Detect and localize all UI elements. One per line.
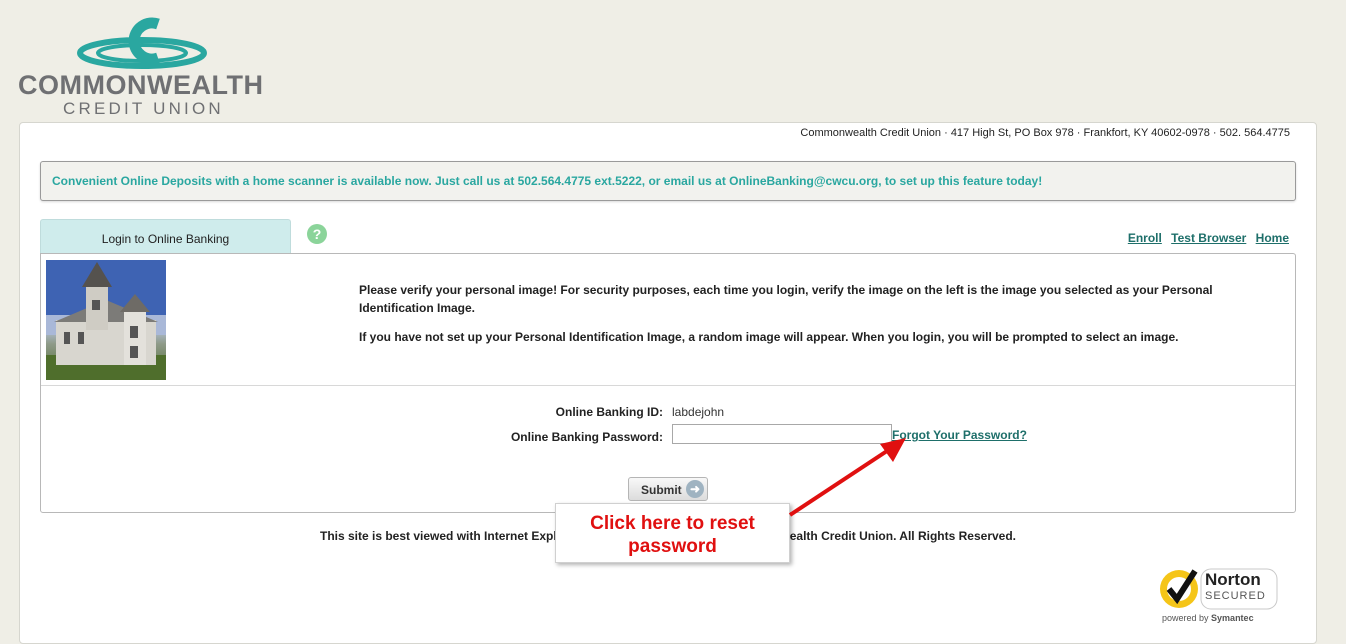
norton-brand: Norton bbox=[1205, 570, 1261, 589]
annotation-callout: Click here to reset password bbox=[555, 503, 790, 563]
commonwealth-logo[interactable]: COMMONWEALTH CREDIT UNION bbox=[18, 12, 278, 118]
forgot-password-link[interactable]: Forgot Your Password? bbox=[892, 428, 1027, 442]
password-label: Online Banking Password: bbox=[510, 430, 663, 444]
password-input[interactable] bbox=[672, 424, 892, 444]
callout-text: Click here to reset password bbox=[556, 512, 789, 558]
norton-powered-line: powered by Symantec bbox=[1162, 613, 1254, 623]
logo-subtitle: CREDIT UNION bbox=[63, 99, 224, 118]
norton-secured-badge[interactable]: Norton SECURED powered by Symantec bbox=[1157, 563, 1279, 625]
tab-login[interactable]: Login to Online Banking bbox=[40, 219, 291, 253]
church-image-icon bbox=[46, 260, 166, 380]
submit-label: Submit bbox=[641, 483, 682, 497]
callout-line1: Click here to reset bbox=[590, 513, 755, 534]
arrow-right-icon: ➜ bbox=[686, 480, 704, 498]
tab-login-label: Login to Online Banking bbox=[101, 232, 230, 246]
home-link[interactable]: Home bbox=[1256, 231, 1289, 245]
login-box: Please verify your personal image! For s… bbox=[40, 253, 1296, 513]
footer-text-right: ealth Credit Union. All Rights Reserved. bbox=[789, 529, 1016, 543]
logo-title: COMMONWEALTH bbox=[18, 70, 264, 100]
main-panel: Commonwealth Credit Union · 417 High St,… bbox=[19, 122, 1317, 644]
norton-secured: SECURED bbox=[1205, 590, 1266, 602]
verify-message: Please verify your personal image! For s… bbox=[359, 283, 1213, 315]
norton-symantec: Symantec bbox=[1211, 613, 1254, 623]
callout-line2: password bbox=[628, 536, 717, 557]
submit-button[interactable]: Submit ➜ bbox=[628, 477, 708, 501]
divider bbox=[41, 385, 1295, 386]
norton-powered: powered by bbox=[1162, 613, 1209, 623]
notice-text: Convenient Online Deposits with a home s… bbox=[52, 174, 1043, 188]
top-links: Enroll Test Browser Home bbox=[1122, 231, 1289, 245]
help-icon[interactable]: ? bbox=[307, 224, 327, 244]
random-image-message: If you have not set up your Personal Ide… bbox=[359, 330, 1179, 344]
enroll-link[interactable]: Enroll bbox=[1128, 231, 1162, 245]
footer-text-left: This site is best viewed with Internet E… bbox=[320, 529, 557, 543]
header-address: Commonwealth Credit Union · 417 High St,… bbox=[800, 127, 1290, 139]
logo-emblem-icon bbox=[77, 17, 207, 69]
test-browser-link[interactable]: Test Browser bbox=[1171, 231, 1246, 245]
personal-identification-image bbox=[46, 260, 166, 380]
notice-banner: Convenient Online Deposits with a home s… bbox=[40, 161, 1296, 201]
banking-id-value: labdejohn bbox=[672, 405, 725, 419]
banking-id-label: Online Banking ID: bbox=[555, 405, 663, 419]
